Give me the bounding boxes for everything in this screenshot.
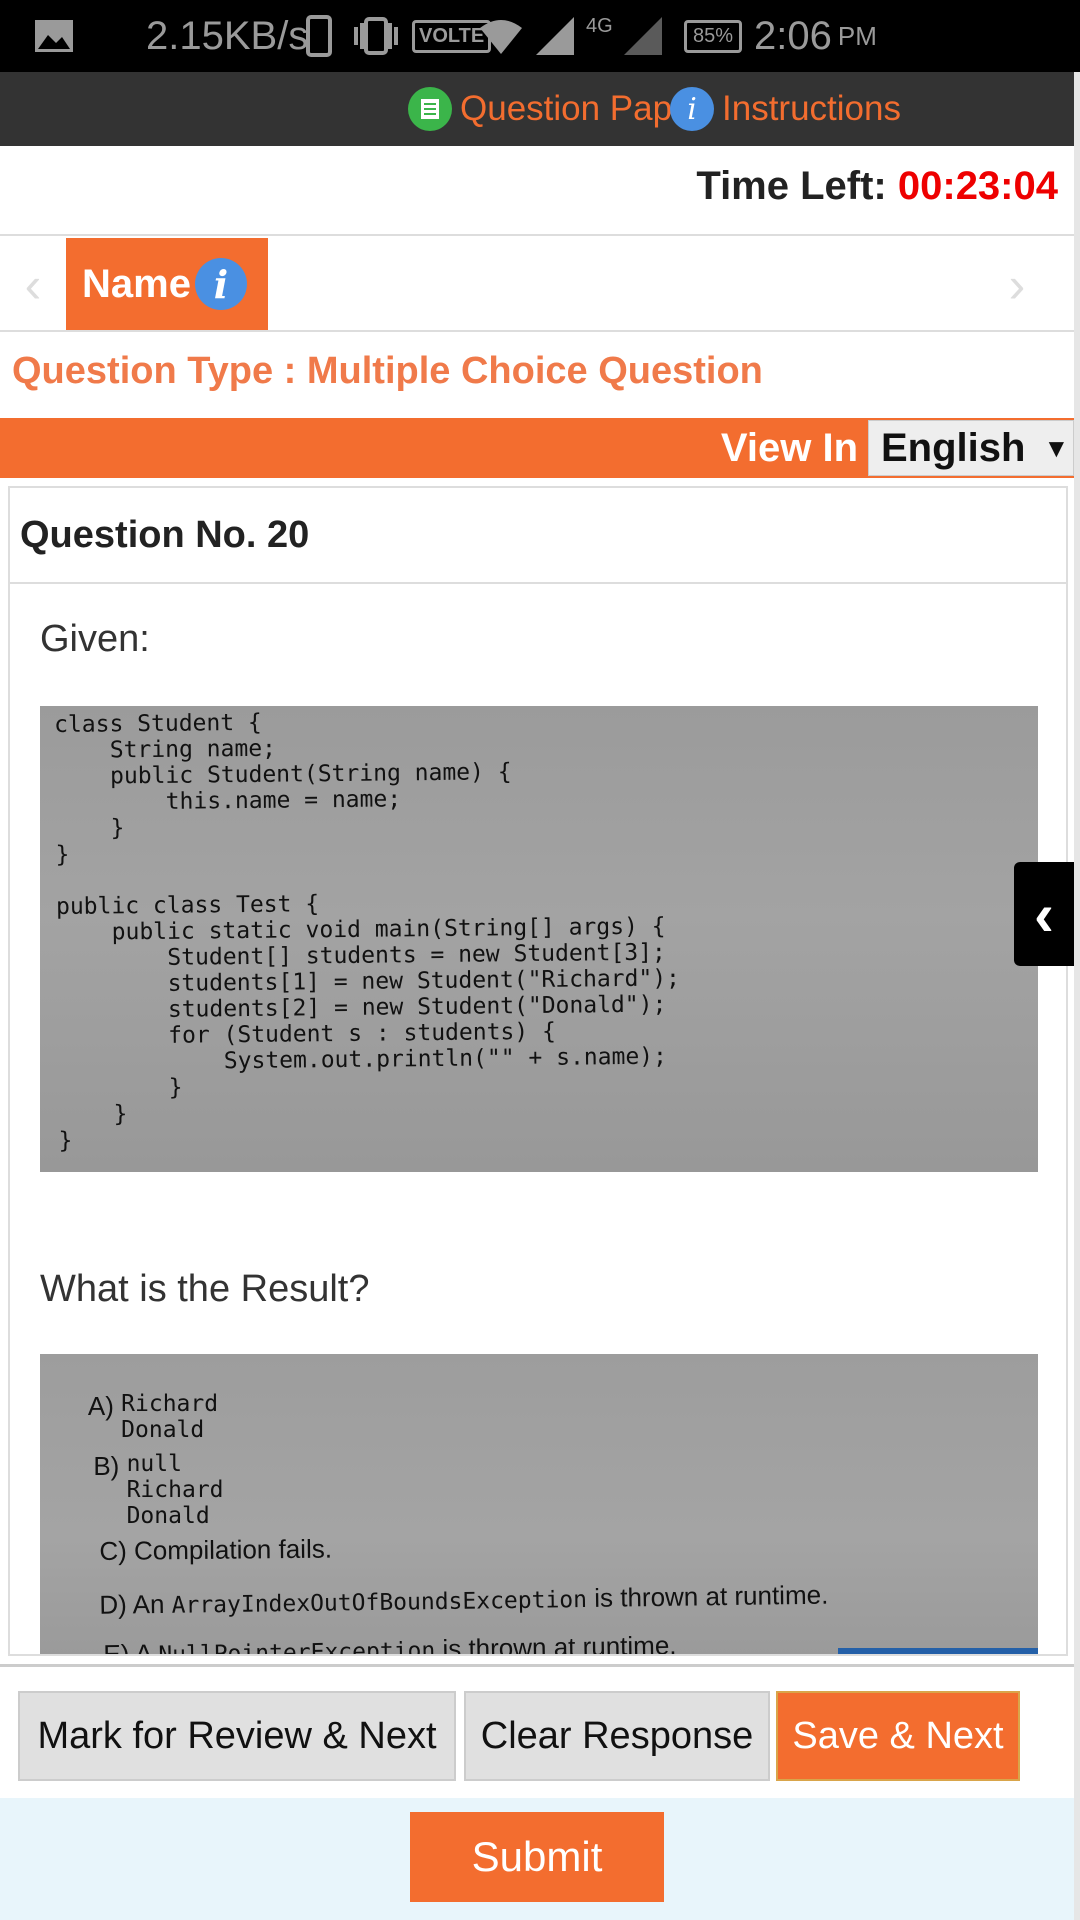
time-left-value: 00:23:04 (897, 164, 1058, 208)
clear-response-button[interactable]: Clear Response (464, 1691, 770, 1781)
instructions-link[interactable]: i Instructions (670, 72, 901, 146)
question-paper-label: Question Paper (460, 89, 704, 128)
view-in-label: View In (720, 426, 858, 470)
image-edge (838, 1648, 1038, 1654)
header-bar: Question Paper i Instructions (0, 72, 1080, 146)
question-given-label: Given: (40, 618, 150, 660)
question-type: Question Type : Multiple Choice Question (12, 350, 763, 392)
time-left: Time Left: 00:23:04 (696, 164, 1058, 209)
info-icon: i (670, 87, 714, 131)
code-image: class Student { String name; public Stud… (40, 706, 1038, 1172)
question-number: Question No. 20 (10, 488, 1066, 584)
right-edge-divider (1074, 72, 1080, 1920)
view-in-bar: View In English ▼ (0, 418, 1074, 478)
battery-icon: 85% (684, 0, 743, 72)
status-bar: 2.15KB/s VOLTE 4G 85% 2:06 PM (0, 0, 1080, 72)
signal-icon (534, 0, 576, 72)
timer-row: Time Left: 00:23:04 (0, 146, 1080, 236)
network-type: 4G (586, 14, 613, 37)
section-tabs: ‹ Name i › (0, 238, 1080, 332)
wifi-icon (478, 0, 524, 72)
document-icon (408, 87, 452, 131)
tabs-prev-arrow[interactable]: ‹ (8, 257, 58, 313)
clock: 2:06 PM (754, 13, 877, 58)
language-select[interactable]: English ▼ (868, 420, 1074, 476)
network-speed: 2.15KB/s (146, 13, 309, 58)
instructions-label: Instructions (722, 89, 901, 128)
phone-icon (306, 0, 332, 72)
time-left-label: Time Left: (696, 164, 887, 208)
vibrate-icon (352, 0, 400, 72)
question-paper-link[interactable]: Question Paper (408, 72, 703, 146)
code-text: class Student { String name; public Stud… (54, 709, 681, 1154)
info-icon[interactable]: i (194, 258, 247, 310)
palette-toggle-chevron-left-icon[interactable]: ‹ (1014, 862, 1074, 966)
tabs-next-arrow[interactable]: › (992, 257, 1042, 313)
signal-2-icon (622, 0, 664, 72)
mark-for-review-button[interactable]: Mark for Review & Next (18, 1691, 456, 1781)
section-tab-label: Name (82, 261, 191, 306)
question-panel[interactable]: Question No. 20 Given: class Student { S… (8, 486, 1068, 1656)
action-bar: Mark for Review & Next Clear Response Sa… (0, 1664, 1074, 1798)
gallery-icon (34, 0, 74, 72)
dropdown-caret-icon: ▼ (1043, 432, 1070, 463)
submit-area: Submit (0, 1798, 1074, 1920)
options-image: A) Richard Donald B) null Richard Donald… (40, 1354, 1038, 1656)
save-next-button[interactable]: Save & Next (776, 1691, 1020, 1781)
submit-button[interactable]: Submit (410, 1812, 664, 1902)
question-prompt: What is the Result? (40, 1268, 370, 1310)
section-tab-name[interactable]: Name i (66, 238, 268, 330)
option-e: E) A NullPointerException is thrown at r… (103, 1630, 677, 1656)
language-value: English (881, 425, 1026, 470)
battery-level: 85% (684, 19, 743, 53)
